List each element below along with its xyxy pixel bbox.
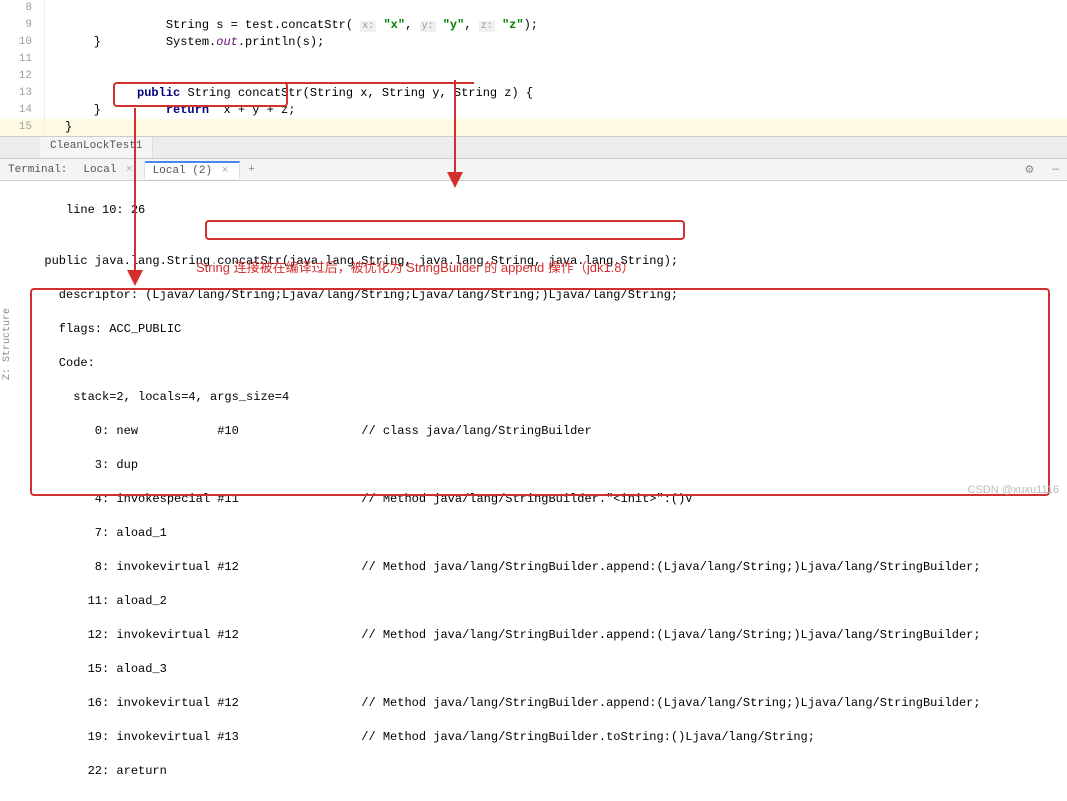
string-literal: "x" [383, 18, 405, 32]
code-line[interactable]: return x + y + z; [45, 85, 295, 102]
param-hint: z: [479, 21, 495, 32]
output-line: 22: areturn [30, 763, 1067, 780]
output-line: descriptor: (Ljava/lang/String;Ljava/lan… [30, 287, 1067, 304]
output-line: 7: aload_1 [30, 525, 1067, 542]
hide-icon[interactable]: — [1044, 164, 1067, 176]
terminal-tabs-bar: Terminal: Local × Local (2) × + ⚙ — [0, 159, 1067, 181]
gear-icon[interactable]: ⚙ [1015, 163, 1045, 177]
line-number: 8 [0, 0, 45, 17]
close-icon[interactable]: × [123, 164, 136, 176]
terminal-tab-local[interactable]: Local × [75, 162, 144, 178]
output-line: Code: [30, 355, 1067, 372]
file-tab[interactable]: CleanLockTest1 [40, 137, 153, 158]
string-literal: "z" [502, 18, 524, 32]
output-line: 11: aload_2 [30, 593, 1067, 610]
output-line: 3: dup [30, 457, 1067, 474]
param-hint: y: [420, 21, 436, 32]
output-line: 15: aload_3 [30, 661, 1067, 678]
line-number: 10 [0, 34, 45, 51]
output-line: 8: invokevirtual #12 // Method java/lang… [30, 559, 1067, 576]
line-number: 11 [0, 51, 45, 68]
output-line: flags: ACC_PUBLIC [30, 321, 1067, 338]
annotation-underline [199, 82, 474, 84]
code-line[interactable]: } [45, 34, 101, 51]
output-line: 16: invokevirtual #12 // Method java/lan… [30, 695, 1067, 712]
output-line: line 10: 26 [30, 202, 1067, 219]
output-line: stack=2, locals=4, args_size=4 [30, 389, 1067, 406]
close-icon[interactable]: × [219, 165, 232, 177]
editor-tabs: CleanLockTest1 [0, 137, 1067, 159]
code-editor[interactable]: 8 String s = test.concatStr( x: "x", y: … [0, 0, 1067, 137]
static-field: out [216, 35, 238, 49]
string-literal: "y" [443, 18, 465, 32]
line-number: 15 [0, 119, 45, 136]
terminal-output[interactable]: line 10: 26 public java.lang.String conc… [0, 181, 1067, 801]
code-line[interactable]: System.out.println(s); [45, 17, 324, 34]
code-line[interactable]: } [45, 102, 101, 119]
watermark: CSDN @xuxu1116 [968, 484, 1059, 496]
output-line: 19: invokevirtual #13 // Method java/lan… [30, 729, 1067, 746]
code-line[interactable]: } [45, 119, 72, 136]
add-terminal-button[interactable]: + [240, 164, 263, 176]
structure-tool-window-button[interactable]: Z: Structure [2, 308, 13, 380]
line-number: 12 [0, 68, 45, 85]
line-number: 9 [0, 17, 45, 34]
param-hint: x: [360, 21, 376, 32]
output-line: 0: new #10 // class java/lang/StringBuil… [30, 423, 1067, 440]
code-line[interactable] [45, 51, 65, 68]
keyword: return [166, 103, 209, 117]
terminal-label: Terminal: [0, 164, 75, 176]
terminal-tab-local2[interactable]: Local (2) × [145, 161, 241, 179]
code-line[interactable]: String s = test.concatStr( x: "x", y: "y… [45, 0, 538, 17]
line-number: 13 [0, 85, 45, 102]
output-line: 12: invokevirtual #12 // Method java/lan… [30, 627, 1067, 644]
line-number: 14 [0, 102, 45, 119]
output-line: public java.lang.String concatStr(java.l… [30, 253, 1067, 270]
